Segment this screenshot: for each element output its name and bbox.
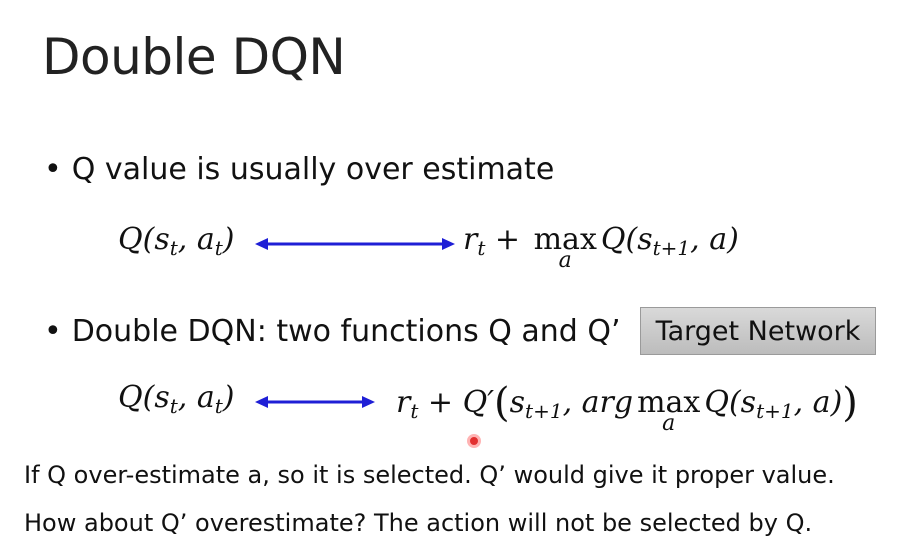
eq2-max-operator: max a bbox=[637, 385, 700, 436]
eq2-rhs-s2-sub: t+1 bbox=[756, 399, 794, 423]
bullet-2-text: Double DQN: two functions Q and Q’ bbox=[71, 314, 621, 349]
eq1-rhs: rt + max a Q(st+1, a) bbox=[463, 222, 739, 273]
slide-title: Double DQN bbox=[42, 28, 346, 86]
bullet-1-text: Q value is usually over estimate bbox=[71, 152, 555, 187]
eq2-rhs-q: Q( bbox=[704, 385, 741, 420]
double-arrow-icon bbox=[255, 238, 455, 250]
eq1-lhs-a: a bbox=[196, 222, 215, 257]
eq2-rhs-plus: + bbox=[418, 385, 463, 420]
eq1-rhs-r: r bbox=[463, 222, 478, 257]
eq2-rhs-sep2: , bbox=[793, 385, 813, 420]
eq2-rhs-r: r bbox=[396, 385, 411, 420]
eq2-rhs-s-sub: t+1 bbox=[525, 399, 563, 423]
eq2-rhs-close2: ) bbox=[842, 380, 858, 426]
eq2-lhs-q: Q( bbox=[118, 380, 155, 415]
bullet-dot: • bbox=[44, 314, 62, 349]
eq1-rhs-sep: , bbox=[690, 222, 710, 257]
eq1-rhs-close: ) bbox=[727, 222, 739, 257]
eq2-rhs: rt + Q′(st+1, arg max a Q(st+1, a)) bbox=[396, 380, 858, 436]
eq1-lhs-sep: , bbox=[177, 222, 197, 257]
eq2-lhs-a-sub: t bbox=[214, 394, 223, 418]
eq2-rhs-sep: , bbox=[562, 385, 582, 420]
eq1-lhs-s: s bbox=[154, 222, 170, 257]
eq2-lhs: Q(st, at) bbox=[118, 380, 235, 418]
eq1-lhs-a-sub: t bbox=[214, 236, 223, 260]
eq1-max-under: a bbox=[558, 248, 572, 273]
eq1-lhs-close: ) bbox=[222, 222, 235, 257]
eq2-rhs-a: a bbox=[812, 385, 831, 420]
eq1-rhs-q: Q( bbox=[600, 222, 638, 257]
eq2-rhs-close1: ) bbox=[830, 385, 843, 420]
eq2-max-under: a bbox=[662, 411, 676, 436]
target-network-label: Target Network bbox=[640, 307, 876, 355]
slide: Double DQN • Q value is usually over est… bbox=[0, 0, 913, 560]
bullet-dot: • bbox=[44, 152, 62, 187]
eq2-rhs-s: s bbox=[509, 385, 526, 420]
eq2-rhs-open: ( bbox=[494, 380, 510, 426]
double-arrow-icon bbox=[255, 396, 375, 408]
eq2-rhs-s2: s bbox=[740, 385, 757, 420]
eq1-max-operator: max a bbox=[534, 222, 597, 273]
eq1-rhs-s-sub: t+1 bbox=[652, 236, 691, 260]
eq1-lhs-q: Q( bbox=[118, 222, 155, 257]
note-1: If Q over-estimate a, so it is selected.… bbox=[24, 461, 835, 489]
eq2-lhs-close: ) bbox=[222, 380, 235, 415]
eq2-rhs-arg: arg bbox=[581, 385, 634, 420]
eq1-lhs-s-sub: t bbox=[169, 236, 178, 260]
eq1-rhs-s: s bbox=[637, 222, 653, 257]
eq2-lhs-a: a bbox=[196, 380, 215, 415]
pointer-dot-icon bbox=[467, 434, 481, 448]
bullet-1: • Q value is usually over estimate bbox=[44, 152, 554, 187]
eq1-rhs-plus: + bbox=[485, 222, 530, 257]
eq2-lhs-s: s bbox=[154, 380, 170, 415]
eq1-rhs-a: a bbox=[709, 222, 728, 257]
note-2: How about Q’ overestimate? The action wi… bbox=[24, 509, 813, 537]
eq1-lhs: Q(st, at) bbox=[118, 222, 235, 260]
eq2-lhs-s-sub: t bbox=[169, 394, 178, 418]
bullet-2: • Double DQN: two functions Q and Q’ bbox=[44, 314, 621, 349]
eq2-rhs-qprime: Q′ bbox=[462, 385, 495, 420]
eq2-lhs-sep: , bbox=[177, 380, 197, 415]
